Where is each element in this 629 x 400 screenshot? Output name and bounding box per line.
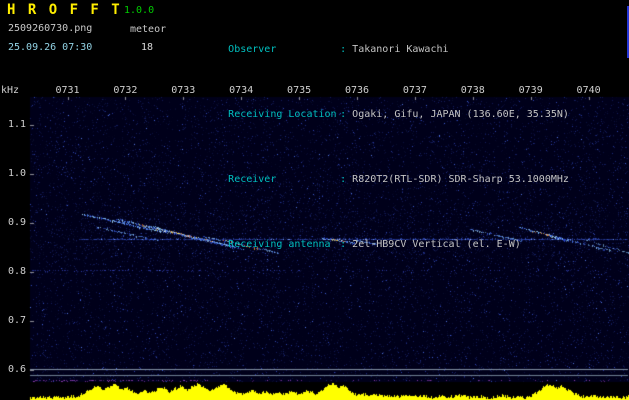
y-tick-label: 0.6	[7, 363, 26, 375]
y-tick-label: 1.1	[7, 118, 26, 130]
mode-label: meteor	[130, 24, 167, 35]
x-tick-label: 0732	[113, 85, 138, 96]
info-label: Receiver	[228, 174, 277, 185]
info-colon: :	[340, 174, 347, 185]
hrofft-app-window: H R O F F T 1.0.0 2509260730.png meteor …	[0, 0, 629, 400]
x-tick-label: 0736	[344, 85, 370, 96]
station-info-block: Observer: Takanori Kawachi Receiving Loca…	[180, 4, 569, 290]
y-axis-unit: kHz	[1, 85, 20, 96]
info-value: R820T2(RTL-SDR) SDR-Sharp 53.1000MHz	[352, 174, 569, 185]
x-tick-label: 0733	[171, 85, 196, 96]
info-value: 2el-HB9CV Vertical (el. E-W)	[352, 239, 521, 250]
info-label: Receiving Location	[228, 109, 337, 120]
x-tick-label: 0735	[287, 85, 312, 96]
y-tick-label: 0.9	[7, 216, 26, 228]
x-tick-label: 0737	[402, 85, 427, 96]
x-tick-label: 0734	[229, 85, 254, 96]
info-row-antenna: Receiving antenna:2el-HB9CV Vertical (el…	[180, 225, 569, 264]
x-tick-label: 0738	[460, 85, 485, 96]
x-tick-label: 0740	[576, 85, 601, 96]
y-tick-label: 0.7	[7, 314, 26, 326]
info-colon: :	[340, 44, 347, 55]
echo-count: 18	[141, 42, 154, 53]
output-filename: 2509260730.png	[8, 23, 93, 34]
app-title: H R O F F T	[7, 2, 122, 18]
info-value: Ogaki, Gifu, JAPAN (136.60E, 35.35N)	[352, 109, 569, 120]
info-row-location: Receiving Location: Ogaki, Gifu, JAPAN (1…	[180, 95, 569, 134]
x-tick-label: 0739	[518, 85, 543, 96]
info-label: Observer	[228, 44, 277, 55]
info-row-receiver: Receiver: R820T2(RTL-SDR) SDR-Sharp 53.10…	[180, 160, 569, 199]
observation-timestamp: 25.09.26 07:30	[8, 42, 93, 53]
info-value: Takanori Kawachi	[352, 44, 449, 55]
x-tick-label: 0731	[55, 85, 80, 96]
info-label: Receiving antenna	[228, 239, 331, 250]
y-tick-label: 1.0	[7, 167, 26, 179]
info-colon: :	[340, 239, 347, 250]
y-tick-label: 0.8	[7, 265, 26, 277]
info-colon: :	[340, 109, 347, 120]
app-version: 1.0.0	[124, 5, 155, 16]
info-row-observer: Observer: Takanori Kawachi	[180, 30, 569, 69]
